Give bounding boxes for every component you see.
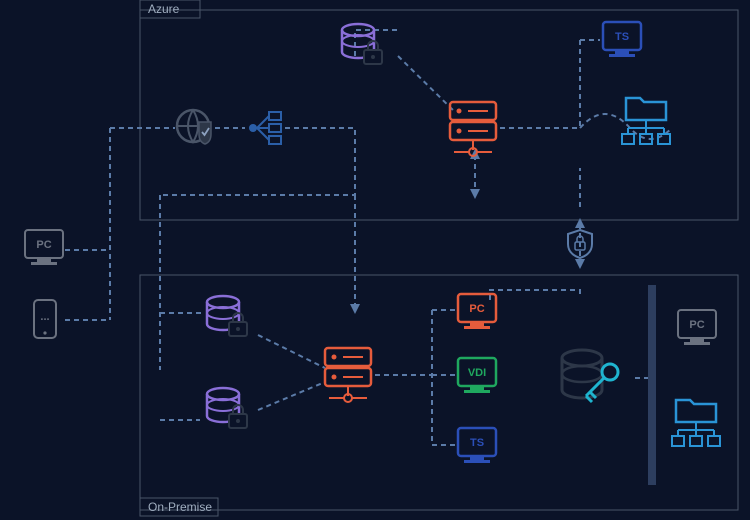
azure-ts-monitor: TS (603, 22, 641, 57)
onprem-ts-monitor: TS (458, 428, 496, 463)
external-pc-label: PC (36, 239, 51, 251)
region-onprem-title: On-Premise (148, 500, 212, 514)
onprem-ext-pc-label: PC (689, 319, 704, 331)
onprem-db-key-icon (562, 350, 618, 402)
onprem-pc-label: PC (469, 303, 484, 315)
external-pc: PC (25, 230, 63, 265)
onprem-ext-pc: PC (678, 310, 716, 345)
azure-server-icon (450, 102, 496, 156)
onprem-ts-label: TS (470, 437, 484, 449)
globe-shield-icon (177, 110, 211, 144)
external-mobile-label: ... (40, 311, 49, 323)
onprem-barrier-icon (648, 285, 656, 485)
load-balancer-icon (249, 112, 281, 144)
onprem-db2-lock-icon (207, 388, 247, 428)
region-azure-title: Azure (148, 2, 180, 16)
external-mobile: ... (34, 300, 56, 338)
azure-share-icon (622, 98, 670, 144)
azure-ts-label: TS (615, 31, 629, 43)
region-azure: Azure (140, 0, 738, 220)
onprem-vdi-monitor: VDI (458, 358, 496, 393)
onprem-db1-lock-icon (207, 296, 247, 336)
onprem-server-icon (325, 348, 371, 402)
onprem-vdi-label: VDI (468, 367, 486, 379)
onprem-ext-share-icon (672, 400, 720, 446)
